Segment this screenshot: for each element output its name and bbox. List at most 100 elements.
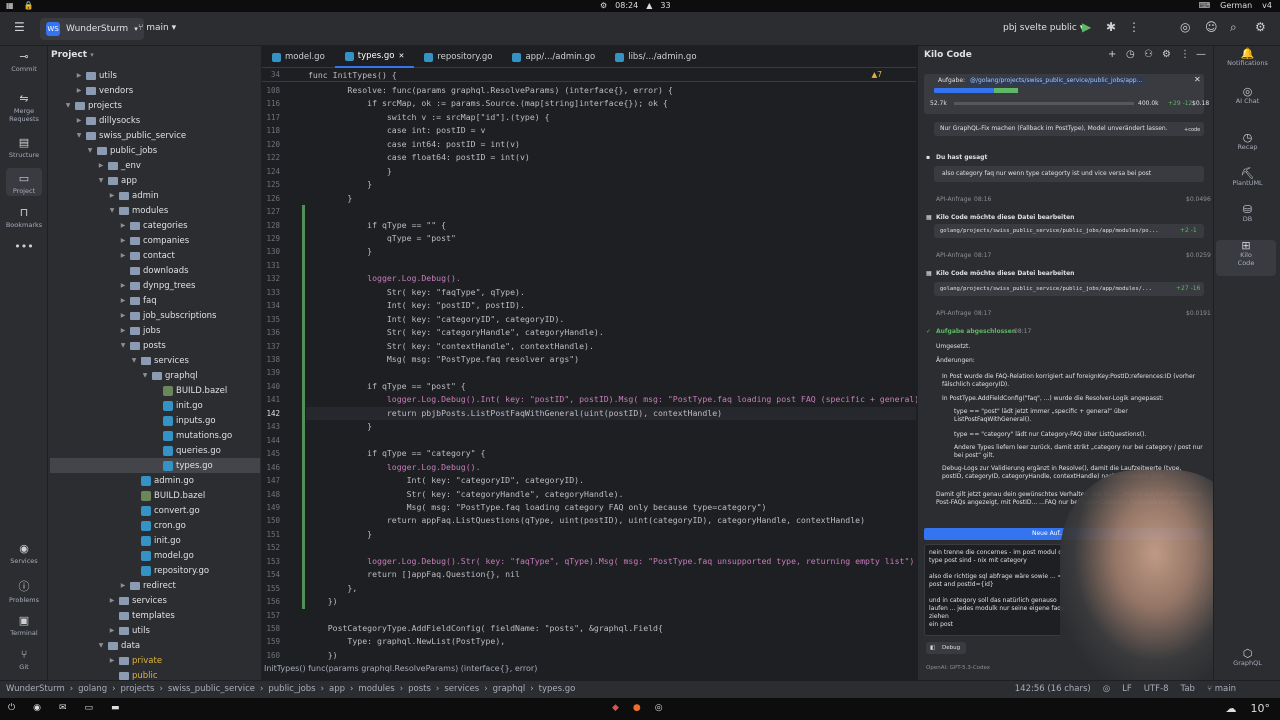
tree-row[interactable]: ▼ services [50,353,260,368]
edit-file-2[interactable]: golang/projects/swiss_public_service/pub… [934,282,1204,296]
vcs-change-marker[interactable] [302,366,305,380]
vcs-change-marker[interactable] [302,460,305,475]
kilo-settings-icon[interactable]: ⚙ [1162,49,1171,60]
code-line[interactable]: if qType == "category" { [308,447,485,460]
code-line[interactable]: qType = "post" [308,232,456,245]
window-icon[interactable]: ▭ [85,703,94,713]
vcs-change-marker[interactable] [302,595,305,609]
tree-row[interactable]: ▼ modules [50,203,260,218]
tree-row[interactable]: ▼ public_jobs [50,143,260,158]
tree-row[interactable]: ▶ private [50,653,260,668]
tab-2[interactable]: repository.go [414,46,502,68]
code-line[interactable]: Int( key: "categoryID", categoryID). [308,313,564,326]
vcs-change-marker[interactable] [302,326,305,340]
code-line[interactable]: return pbjbPosts.ListPostFaqWithGeneral(… [308,407,722,420]
add-icon[interactable]: + [1108,49,1116,60]
code-line[interactable]: case int: postID = v [308,124,486,137]
tree-row[interactable]: ▶ vendors [50,83,260,98]
code-line[interactable]: Str( key: "faqType", qType). [308,286,525,299]
code-line[interactable]: Msg( msg: "PostType.faq loading category… [308,501,767,514]
tree-row[interactable]: ▶ job_subscriptions [50,308,260,323]
code-line[interactable]: }) [308,649,338,662]
tree-row[interactable]: ▶ faq [50,293,260,308]
vcs-change-marker[interactable] [302,406,305,421]
tree-row[interactable]: ▶ admin [50,188,260,203]
debug-icon[interactable]: ✱ [1106,20,1116,34]
tree-chevron-icon[interactable]: ▼ [108,207,116,214]
code-line[interactable]: Str( key: "categoryHandle", categoryHand… [308,488,624,501]
vcs-change-marker[interactable] [302,205,305,219]
tree-chevron-icon[interactable]: ▼ [97,177,105,184]
language[interactable]: German [1220,1,1252,10]
marketplace-icon[interactable]: ⚇ [1144,49,1153,60]
kilo-code-tool[interactable]: ⊞ Kilo Code [1216,240,1276,276]
code-line[interactable]: Str( key: "contextHandle", contextHandle… [308,340,594,353]
more-tools[interactable]: ••• [0,240,48,255]
db-tool[interactable]: ⛁ DB [1214,204,1280,223]
tree-row[interactable]: ▶ _env [50,158,260,173]
code-line[interactable]: Int( key: "categoryID", categoryID). [308,474,584,487]
code-line[interactable]: Int( key: "postID", postID). [308,299,525,312]
vcs-change-marker[interactable] [302,339,305,354]
code-line[interactable]: case int64: postID = int(v) [308,138,520,151]
code-line[interactable]: Type: graphql.NewList(PostType), [308,635,505,648]
account-icon[interactable]: ☺ [1205,20,1218,34]
vcs-change-marker[interactable] [302,527,305,542]
tree-row[interactable]: convert.go [50,503,260,518]
status-crumb[interactable]: modules [358,684,394,694]
tree-row[interactable]: ▶ jobs [50,323,260,338]
code-line[interactable]: } [308,178,372,191]
status-crumb[interactable]: swiss_public_service [168,684,255,694]
close-task-icon[interactable]: ✕ [1194,76,1201,84]
tree-row[interactable]: mutations.go [50,428,260,443]
vcs-change-marker[interactable] [302,218,305,232]
problems-tool[interactable]: ⓘ Problems [0,578,48,604]
merge-requests-tool[interactable]: ⇋ Merge Requests [0,92,48,123]
tree-row[interactable]: ▼ projects [50,98,260,113]
tab-4[interactable]: libs/.../admin.go [605,46,706,68]
edit-file-1[interactable]: golang/projects/swiss_public_service/pub… [934,224,1204,238]
tab-1[interactable]: types.go ✕ [334,46,415,68]
code-line[interactable]: logger.Log.Debug().Str( key: "faqType", … [308,555,914,568]
code-line[interactable]: PostCategoryType.AddFieldConfig( fieldNa… [308,622,663,635]
tree-row[interactable]: ▼ posts [50,338,260,353]
tab-0[interactable]: model.go [262,46,335,68]
task-header[interactable]: Aufgabe: @/golang/projects/swiss_public_… [924,74,1209,114]
status-crumb[interactable]: public_jobs [268,684,315,694]
run-icon[interactable]: ▶ [1082,20,1091,34]
vcs-change-marker[interactable] [302,581,305,596]
tree-row[interactable]: repository.go [50,563,260,578]
code-line[interactable]: } [308,192,352,205]
code-line[interactable]: return appFaq.ListQuestions(qType, uint(… [308,514,865,527]
code-line[interactable]: if qType == "" { [308,219,446,232]
browser-icon[interactable]: ● [633,703,641,713]
tree-chevron-icon[interactable]: ▼ [97,642,105,649]
code-line[interactable]: logger.Log.Debug(). [308,272,461,285]
search-icon[interactable]: ⌕ [1230,20,1237,35]
tree-chevron-icon[interactable]: ▶ [119,237,127,244]
code-line[interactable]: }) [308,595,338,608]
status-crumb[interactable]: services [444,684,479,694]
code-line[interactable]: logger.Log.Debug(). [308,461,481,474]
code-line[interactable]: Str( key: "categoryHandle", categoryHand… [308,326,604,339]
folder-taskbar-icon[interactable]: ▬ [111,703,120,713]
tree-row[interactable]: ▶ dillysocks [50,113,260,128]
tree-row[interactable]: ▼ app [50,173,260,188]
run-config-selector[interactable]: pbj svelte public ▾ [1003,23,1084,33]
model-label[interactable]: OpenAI: GPT-5.3-Codex [926,664,990,672]
graphql-tool[interactable]: ⬡ GraphQL [1214,648,1280,667]
tree-row[interactable]: inputs.go [50,413,260,428]
vcs-change-marker[interactable] [302,299,305,313]
tree-chevron-icon[interactable]: ▼ [64,102,72,109]
tree-row[interactable]: ▶ companies [50,233,260,248]
tree-chevron-icon[interactable]: ▼ [86,147,94,154]
tree-chevron-icon[interactable]: ▼ [141,372,149,379]
tree-row[interactable]: BUILD.bazel [50,383,260,398]
status-crumb[interactable]: graphql [493,684,526,694]
code-line[interactable]: if qType == "post" { [308,380,466,393]
vcs-change-marker[interactable] [302,447,305,461]
code-line[interactable]: return []appFaq.Question{}, nil [308,568,520,581]
project-panel-title[interactable]: Project ▾ [51,50,94,60]
tab-3[interactable]: app/.../admin.go [502,46,605,68]
mode-selector[interactable]: ◧ Debug [926,642,966,654]
